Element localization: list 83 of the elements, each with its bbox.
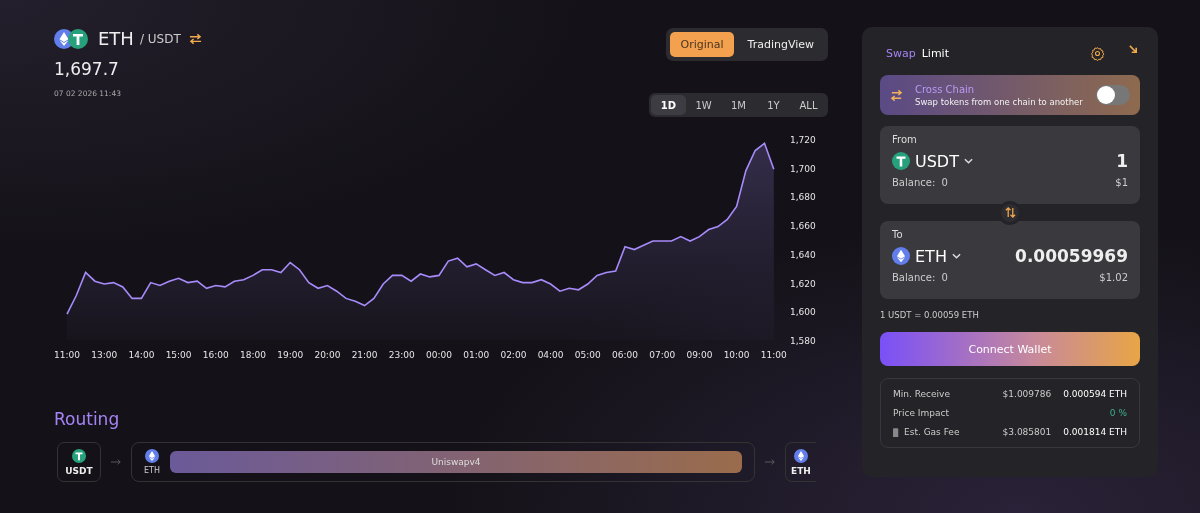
detail-usd: $3.085801 [1002,427,1052,437]
detail-value: 0.001814 ETH [1063,427,1127,437]
swap-arrows-icon[interactable] [188,32,202,45]
balance: Balance: 0 [892,272,948,283]
y-tick-label: 1,700 [790,163,816,174]
token-selector[interactable]: ETH [892,246,961,266]
y-tick-label: 1,620 [790,278,816,289]
y-tick-label: 1,660 [790,221,816,232]
arrow-icon[interactable] [1129,44,1138,54]
quote-token: / USDT [139,31,181,46]
swap-tab[interactable]: Limit [921,46,949,60]
chevron-down-icon [951,253,961,259]
chevron-down-icon [963,158,973,164]
x-tick-label: 10:00 [723,350,750,360]
x-tick-label: 14:00 [128,350,155,360]
ether-token-icon [794,448,808,463]
base-token: ETH [98,28,134,49]
x-tick-label: 02:00 [500,350,527,360]
balance: Balance: 0 [892,177,948,188]
x-tick-label: 13:00 [91,350,118,360]
x-tick-label: 23:00 [388,350,415,360]
detail-value: 0 % [1109,408,1127,418]
x-tick-label: 05:00 [574,350,601,360]
exchange-rate: 1 USDT = 0.00059 ETH [880,310,980,320]
range-tab[interactable]: 1W [686,95,721,115]
x-tick-label: 09:00 [686,350,713,360]
routing-title: Routing [54,409,121,429]
x-tick-label: 07:00 [649,350,676,360]
y-tick-label: 1,600 [790,307,816,318]
card-label: From [892,134,918,145]
range-tab[interactable]: 1M [721,95,756,115]
pool-bar: Uniswapv4 [169,451,742,473]
x-tick-label: 11:00 [54,350,80,360]
x-tick-label: 20:00 [314,350,341,360]
range-tab[interactable]: 1Y [756,95,791,115]
x-tick-label: 06:00 [612,350,638,360]
usd-value: $1.02 [1099,272,1128,283]
arrow-icon [111,458,121,466]
range-tab[interactable]: 1D [651,95,686,115]
cross-chain-subtitle: Swap tokens from one chain to another [915,96,1084,107]
detail-value: 0.000594 ETH [1063,389,1127,399]
y-tick-label: 1,680 [790,192,816,203]
x-tick-label: 19:00 [277,350,304,360]
detail-usd: $1.009786 [1002,389,1052,399]
x-tick-label: 15:00 [165,350,192,360]
route-token: ETH [791,465,811,476]
amount: 1 [1116,151,1128,171]
cross-chain-title: Cross Chain [915,83,976,95]
x-tick-label: 00:00 [426,350,452,360]
route-token: ETH [144,466,160,475]
y-tick-label: 1,720 [790,135,816,145]
price: 1,697.7 [54,59,120,79]
tether-token-icon [72,448,86,463]
tether-token-icon [892,152,910,170]
x-tick-label: 18:00 [240,350,266,360]
view-tab[interactable]: Original [670,32,734,57]
ether-token-icon [145,449,159,463]
swap-direction-icon [1004,207,1016,218]
usd-value: $1 [1115,177,1128,188]
x-tick-label: 11:00 [760,350,787,360]
tether-token-icon [68,28,88,49]
detail-label: Min. Receive [893,389,950,399]
view-tab[interactable]: TradingView [737,32,824,57]
card-label: To [892,229,904,240]
x-tick-label: 04:00 [537,350,564,360]
token-selector[interactable]: USDT [892,151,973,171]
arrow-icon [765,458,775,466]
x-tick-label: 01:00 [463,350,490,360]
amount: 0.00059969 [1015,246,1128,266]
toggle-switch[interactable] [1096,85,1130,105]
ether-token-icon [892,247,910,265]
swap-arrows-icon [890,88,903,102]
detail-label: Est. Gas Fee [904,427,960,437]
x-tick-label: 21:00 [351,350,378,360]
fuel-icon [893,427,900,437]
range-tab[interactable]: ALL [791,95,826,115]
detail-label: Price Impact [893,408,949,418]
y-tick-label: 1,640 [790,249,816,260]
y-tick-label: 1,580 [790,336,816,347]
x-tick-label: 16:00 [202,350,229,360]
route-token: USDT [65,465,93,476]
settings-icon[interactable] [1090,45,1105,61]
swap-tab[interactable]: Swap [886,46,916,60]
